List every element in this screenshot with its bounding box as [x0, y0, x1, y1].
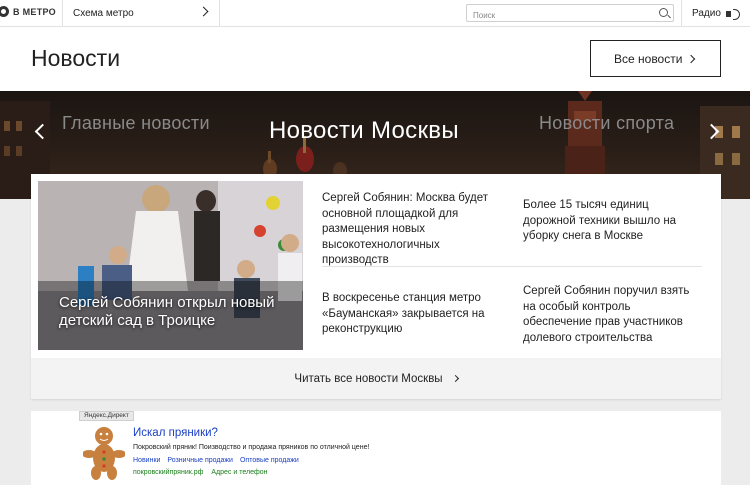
page-header: Новости Все новости — [0, 27, 750, 91]
ad-sitelinks: Новинки Розничные продажи Оптовые продаж… — [133, 457, 306, 464]
read-all-moscow-news-link[interactable]: Читать все новости Москвы — [31, 358, 721, 399]
feature-story[interactable]: Сергей Собянин открыл новый детский сад … — [38, 181, 303, 350]
page-title: Новости — [31, 45, 121, 71]
news-item[interactable]: В воскресенье станция метро «Бауманская»… — [322, 291, 507, 338]
tab-moscow-news[interactable]: Новости Москвы — [269, 117, 459, 145]
ad-sitelink[interactable]: Новинки — [133, 457, 160, 464]
metro-scheme-label: Схема метро — [73, 8, 134, 19]
news-item[interactable]: Сергей Собянин поручил взять на особый к… — [523, 284, 698, 346]
ad-url-row: покровскийпряник.рф Адрес и телефон — [133, 469, 276, 476]
ad-domain-link[interactable]: покровскийпряник.рф — [133, 469, 203, 476]
news-card: Сергей Собянин открыл новый детский сад … — [31, 174, 721, 399]
radio-label: Радио — [692, 8, 721, 19]
ad-text: Покровский пряник! Поизводство и продажа… — [133, 444, 370, 451]
gingerbread-icon[interactable] — [83, 426, 125, 480]
ad-sitelink[interactable]: Оптовые продажи — [240, 457, 299, 464]
ad-sitelink[interactable]: Розничные продажи — [167, 457, 233, 464]
ad-badge: Яндекс.Директ — [79, 411, 134, 421]
tab-main-news[interactable]: Главные новости — [62, 113, 210, 134]
ad-contact-link[interactable]: Адрес и телефон — [211, 469, 267, 476]
radio-link[interactable]: Радио — [682, 0, 740, 27]
speaker-icon — [725, 8, 740, 20]
feature-caption: Сергей Собянин открыл новый детский сад … — [59, 294, 275, 329]
ad-block: Яндекс.Директ Искал пряники? Покровский … — [31, 411, 721, 485]
ad-title-link[interactable]: Искал пряники? — [133, 427, 218, 439]
logo[interactable]: В МЕТРО — [0, 6, 56, 17]
logo-text: В МЕТРО — [13, 6, 56, 17]
all-news-label: Все новости — [614, 51, 683, 66]
search-icon[interactable] — [659, 8, 668, 17]
chevron-right-icon — [451, 374, 459, 383]
all-news-button[interactable]: Все новости — [590, 40, 721, 77]
read-all-label: Читать все новости Москвы — [294, 372, 443, 385]
divider — [219, 0, 220, 27]
news-item[interactable]: Сергей Собянин: Москва будет основной пл… — [322, 191, 502, 269]
chevron-right-icon — [686, 54, 696, 64]
divider — [322, 266, 702, 267]
metro-logo-icon — [0, 6, 9, 17]
news-item[interactable]: Более 15 тысяч единиц дорожной техники в… — [523, 198, 688, 245]
chevron-right-icon — [198, 6, 209, 17]
tab-sports-news[interactable]: Новости спорта — [539, 113, 674, 134]
search-input[interactable] — [473, 7, 653, 24]
top-bar: В МЕТРО Схема метро Радио — [0, 0, 750, 27]
metro-scheme-link[interactable]: Схема метро — [63, 0, 219, 27]
search-box — [466, 4, 674, 24]
